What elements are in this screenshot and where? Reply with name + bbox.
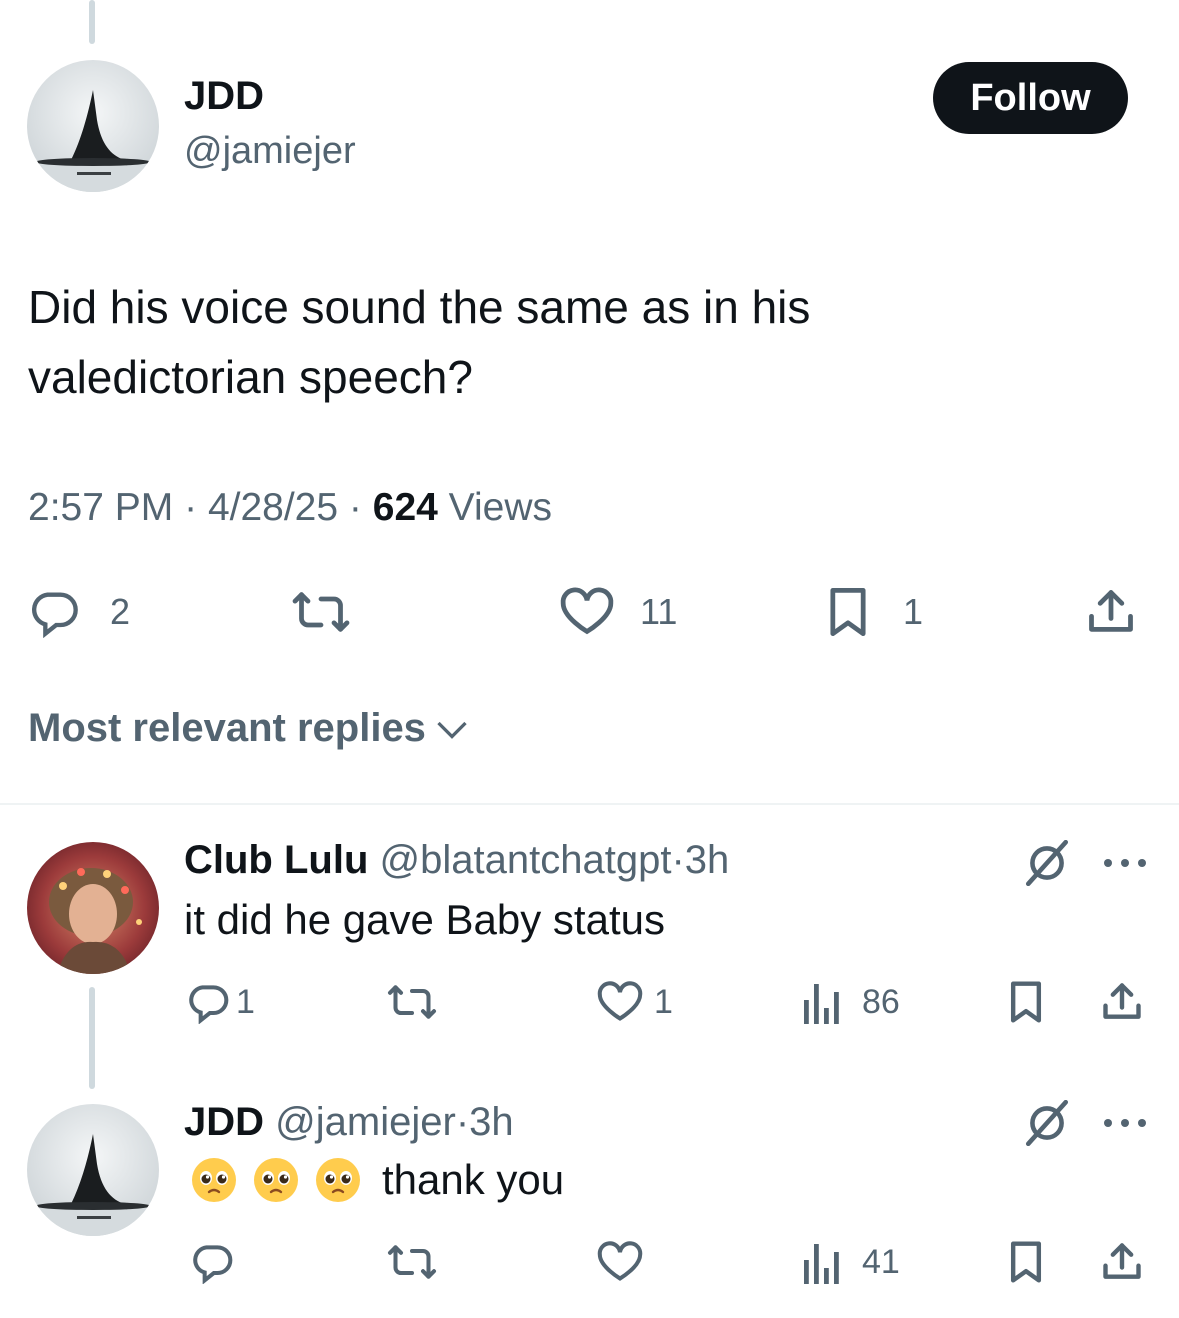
heart-icon — [597, 1241, 643, 1281]
heart-icon — [597, 981, 643, 1021]
more-options-icon[interactable] — [1102, 1116, 1148, 1134]
handle[interactable]: @jamiejer — [275, 1100, 456, 1144]
handle[interactable]: @blatantchatgpt — [380, 838, 672, 882]
repost-button[interactable] — [288, 586, 354, 638]
pleading-face-emoji — [316, 1158, 360, 1202]
reply-count: 2 — [110, 591, 131, 632]
bookmark-icon — [830, 587, 866, 637]
repost-icon — [292, 592, 350, 632]
orca-fin-avatar-image — [27, 60, 159, 192]
heart-icon — [560, 587, 614, 635]
display-name[interactable]: Club Lulu — [184, 838, 368, 882]
tweet-text: Did his voice sound the same as in his v… — [28, 272, 810, 412]
follow-button[interactable]: Follow — [933, 62, 1128, 134]
analytics-icon — [804, 984, 839, 1024]
handle[interactable]: @jamiejer — [184, 130, 356, 173]
tweet-text-line: Did his voice sound the same as in his — [28, 281, 811, 333]
grok-icon[interactable] — [1022, 1099, 1072, 1151]
date[interactable]: 4/28/25 — [208, 486, 338, 529]
views-button[interactable]: 86 — [802, 980, 900, 1024]
chevron-down-icon — [437, 721, 467, 739]
bookmark-button[interactable] — [1006, 1240, 1046, 1284]
share-icon — [1089, 590, 1133, 632]
like-count: 1 — [654, 982, 673, 1021]
share-button[interactable] — [1100, 980, 1144, 1024]
profile-photo-image — [27, 842, 159, 974]
divider — [0, 803, 1179, 805]
bookmark-button[interactable]: 1 — [825, 586, 923, 638]
pleading-face-emoji — [192, 1158, 236, 1202]
sort-dropdown[interactable]: Most relevant replies — [28, 706, 470, 751]
like-button[interactable] — [596, 1240, 644, 1284]
views-count: 624 — [372, 486, 438, 529]
share-button[interactable] — [1100, 1240, 1144, 1284]
tweet-text-line: valedictorian speech? — [28, 351, 473, 403]
orca-fin-avatar-image — [27, 1104, 159, 1236]
reply-button[interactable]: 2 — [28, 586, 130, 638]
share-button[interactable] — [1084, 586, 1138, 638]
avatar[interactable] — [27, 1104, 159, 1236]
bookmark-button[interactable] — [1006, 980, 1046, 1024]
bookmark-icon — [1010, 1241, 1042, 1283]
reply-button[interactable] — [190, 1240, 234, 1284]
separator: · — [671, 838, 685, 882]
avatar[interactable] — [27, 842, 159, 974]
reply-icon — [189, 985, 229, 1024]
reply-icon — [32, 592, 78, 638]
bookmark-count: 1 — [903, 591, 924, 632]
reply-header: JDD @jamiejer·3h — [184, 1100, 514, 1145]
timestamp[interactable]: 3h — [685, 838, 730, 882]
display-name[interactable]: JDD — [184, 1100, 264, 1144]
like-count: 11 — [640, 591, 678, 632]
reply-text: it did he gave Baby status — [184, 896, 665, 943]
repost-icon — [387, 1245, 437, 1279]
repost-icon — [387, 985, 437, 1019]
repost-button[interactable] — [384, 1240, 440, 1284]
tweet-meta: 2:57 PM · 4/28/25 · 624 Views — [28, 486, 552, 530]
analytics-icon — [804, 1244, 839, 1284]
views-count: 86 — [862, 982, 900, 1021]
views-button[interactable]: 41 — [802, 1240, 900, 1284]
like-button[interactable]: 11 — [558, 586, 677, 638]
reply-text-content: thank you — [382, 1156, 565, 1203]
display-name[interactable]: JDD — [184, 74, 264, 119]
views-label: Views — [448, 486, 552, 529]
thread-line — [89, 987, 95, 1089]
bookmark-icon — [1010, 981, 1042, 1023]
avatar[interactable] — [27, 60, 159, 192]
views-count: 41 — [862, 1242, 900, 1281]
share-icon — [1103, 983, 1141, 1019]
repost-button[interactable] — [384, 980, 440, 1024]
reply-button[interactable]: 1 — [186, 980, 255, 1024]
timestamp[interactable]: 3h — [469, 1100, 514, 1144]
reply-icon — [193, 1245, 233, 1284]
separator: · — [348, 486, 362, 529]
thread-line-top — [89, 0, 95, 44]
share-icon — [1103, 1243, 1141, 1279]
pleading-face-emoji — [254, 1158, 298, 1202]
reply-header: Club Lulu @blatantchatgpt·3h — [184, 838, 729, 883]
reply-text: thank you — [190, 1156, 564, 1204]
like-button[interactable]: 1 — [596, 980, 673, 1024]
sort-label: Most relevant replies — [28, 706, 426, 750]
reply-count: 1 — [236, 982, 255, 1021]
separator: · — [455, 1100, 470, 1144]
timestamp[interactable]: 2:57 PM — [28, 486, 173, 529]
more-options-icon[interactable] — [1102, 856, 1148, 874]
grok-icon[interactable] — [1022, 839, 1072, 891]
separator: · — [184, 486, 198, 529]
